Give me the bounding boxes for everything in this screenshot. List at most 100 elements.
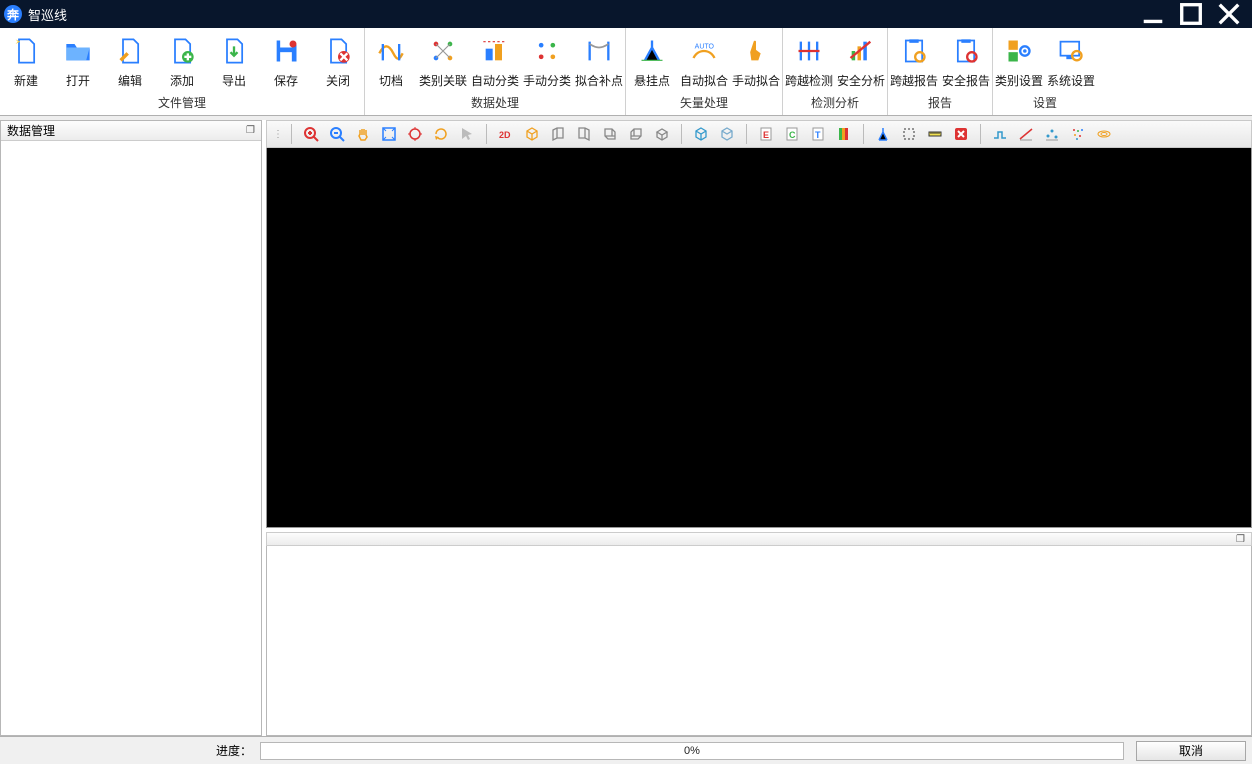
view-front-icon[interactable]: [546, 123, 570, 145]
contour-icon[interactable]: [1092, 123, 1116, 145]
segment-button[interactable]: 切档: [365, 28, 417, 94]
system-settings-label: 系统设置: [1047, 72, 1095, 89]
side-panel: 数据管理 ❐: [0, 120, 262, 736]
undock-bottom-icon[interactable]: ❐: [1236, 534, 1245, 545]
svg-text:2D: 2D: [499, 130, 511, 140]
view-left-icon[interactable]: [598, 123, 622, 145]
save-button[interactable]: 保存: [260, 28, 312, 94]
ribbon-toolbar: 新建 打开 编辑 添加 导出 保存 关闭 文件管理 切档 类别关联 自动分类 手…: [0, 28, 1252, 116]
class-link-button[interactable]: 类别关联: [417, 28, 469, 94]
box-deselect-icon[interactable]: [715, 123, 739, 145]
safety-analysis-button[interactable]: 安全分析: [835, 28, 887, 94]
profile-icon[interactable]: [988, 123, 1012, 145]
auto-classify-button[interactable]: 自动分类: [469, 28, 521, 94]
crossing-report-button[interactable]: 跨越报告: [888, 28, 940, 94]
system-settings-button[interactable]: 系统设置: [1045, 28, 1097, 94]
bottom-dock-header: ❐: [266, 532, 1252, 546]
close-button-ribbon[interactable]: 关闭: [312, 28, 364, 94]
open-button[interactable]: 打开: [52, 28, 104, 94]
export-label: 导出: [222, 72, 246, 89]
class-settings-button[interactable]: 类别设置: [993, 28, 1045, 94]
group-label-settings: 设置: [993, 94, 1097, 113]
system-settings-icon: [1057, 34, 1085, 68]
viewport-3d[interactable]: [266, 148, 1252, 528]
add-file-icon: [168, 34, 196, 68]
status-bar: 进度： 0% 取消: [0, 736, 1252, 764]
tower-tool-icon[interactable]: [871, 123, 895, 145]
auto-fit-button[interactable]: AUTO自动拟合: [678, 28, 730, 94]
safety-report-button[interactable]: 安全报告: [940, 28, 992, 94]
hanging-point-icon: [638, 34, 666, 68]
manual-fit-button[interactable]: 手动拟合: [730, 28, 782, 94]
manual-classify-button[interactable]: 手动分类: [521, 28, 573, 94]
new-button[interactable]: 新建: [0, 28, 52, 94]
segment-label: 切档: [379, 72, 403, 89]
open-label: 打开: [66, 72, 90, 89]
elevation-color-icon[interactable]: E: [754, 123, 778, 145]
crossing-report-label: 跨越报告: [890, 72, 938, 89]
fit-fill-icon: [585, 34, 613, 68]
intensity-color-icon[interactable]: [832, 123, 856, 145]
save-label: 保存: [274, 72, 298, 89]
density-icon[interactable]: [1066, 123, 1090, 145]
progress-label: 进度：: [6, 742, 260, 759]
group-label-file: 文件管理: [0, 94, 364, 113]
class-link-icon: [429, 34, 457, 68]
class-color-icon[interactable]: C: [780, 123, 804, 145]
zoom-in-icon[interactable]: [299, 123, 323, 145]
edit-button[interactable]: 编辑: [104, 28, 156, 94]
view-top-icon[interactable]: [650, 123, 674, 145]
time-color-icon[interactable]: T: [806, 123, 830, 145]
close-file-icon: [324, 34, 352, 68]
box-select-icon[interactable]: [689, 123, 713, 145]
pan-icon[interactable]: [351, 123, 375, 145]
manual-fit-icon: [742, 34, 770, 68]
safety-analysis-icon: [847, 34, 875, 68]
undock-icon[interactable]: ❐: [246, 125, 255, 136]
pointer-icon[interactable]: [455, 123, 479, 145]
side-panel-body: [1, 141, 261, 735]
fit-fill-button[interactable]: 拟合补点: [573, 28, 625, 94]
close-label: 关闭: [326, 72, 350, 89]
cancel-button[interactable]: 取消: [1136, 741, 1246, 761]
svg-text:E: E: [763, 130, 769, 140]
select-rect-icon[interactable]: [897, 123, 921, 145]
view-3d-icon[interactable]: [520, 123, 544, 145]
section-icon[interactable]: [1014, 123, 1038, 145]
goto-icon[interactable]: [403, 123, 427, 145]
crossing-detect-icon: [795, 34, 823, 68]
view-2d-icon[interactable]: 2D: [494, 123, 518, 145]
close-button[interactable]: [1216, 3, 1242, 25]
add-button[interactable]: 添加: [156, 28, 208, 94]
ribbon-group-report: 跨越报告 安全报告 报告: [888, 28, 993, 115]
fullscreen-icon[interactable]: [377, 123, 401, 145]
measure-icon[interactable]: [923, 123, 947, 145]
class-settings-label: 类别设置: [995, 72, 1043, 89]
fit-fill-label: 拟合补点: [575, 72, 623, 89]
delete-icon[interactable]: [949, 123, 973, 145]
progress-percent: 0%: [684, 745, 700, 757]
minimize-button[interactable]: [1140, 3, 1166, 25]
safety-analysis-label: 安全分析: [837, 72, 885, 89]
zoom-out-icon[interactable]: [325, 123, 349, 145]
export-button[interactable]: 导出: [208, 28, 260, 94]
segment-icon: [377, 34, 405, 68]
group-label-report: 报告: [888, 94, 992, 113]
crossing-detect-button[interactable]: 跨越检测: [783, 28, 835, 94]
class-link-label: 类别关联: [419, 72, 467, 89]
edit-label: 编辑: [118, 72, 142, 89]
reset-view-icon[interactable]: [429, 123, 453, 145]
view-right-icon[interactable]: [624, 123, 648, 145]
bottom-dock-body: [266, 546, 1252, 736]
auto-fit-label: 自动拟合: [680, 72, 728, 89]
view-back-icon[interactable]: [572, 123, 596, 145]
group-label-vector: 矢量处理: [626, 94, 782, 113]
scatter-icon[interactable]: [1040, 123, 1064, 145]
manual-classify-label: 手动分类: [523, 72, 571, 89]
crossing-report-icon: [900, 34, 928, 68]
maximize-button[interactable]: [1178, 3, 1204, 25]
safety-report-label: 安全报告: [942, 72, 990, 89]
class-settings-icon: [1005, 34, 1033, 68]
hanging-point-button[interactable]: 悬挂点: [626, 28, 678, 94]
svg-text:T: T: [815, 130, 821, 140]
